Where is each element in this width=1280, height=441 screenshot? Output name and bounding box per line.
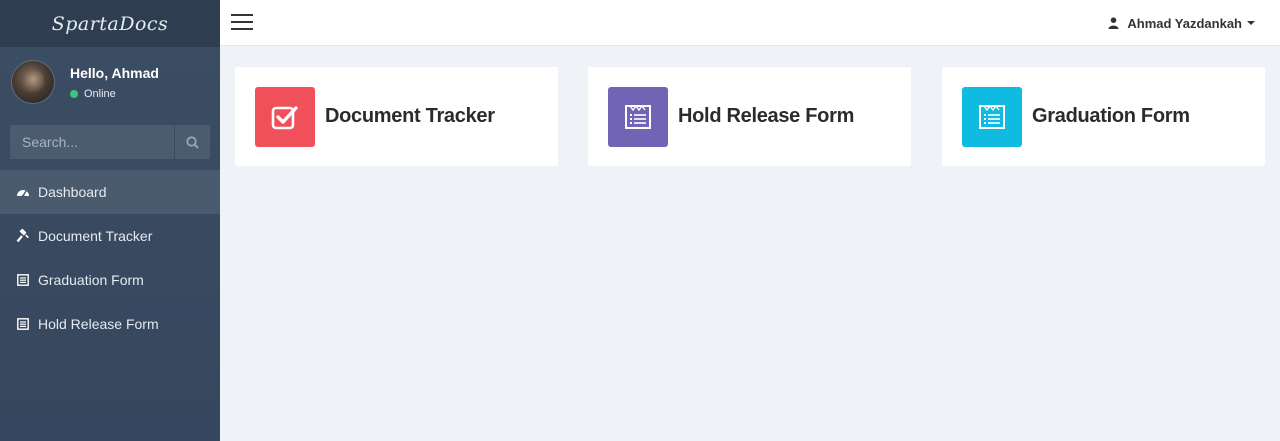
user-greeting: Hello, Ahmad	[70, 64, 159, 81]
form-icon	[16, 273, 30, 287]
form-icon	[962, 86, 1022, 147]
card-title: Graduation Form	[1032, 105, 1190, 127]
top-navbar: Ahmad Yazdankah	[220, 0, 1280, 46]
sidebar-item-hold-release-form[interactable]: Hold Release Form	[0, 302, 220, 346]
sidebar-item-label: Graduation Form	[38, 272, 144, 288]
search-input[interactable]	[10, 125, 174, 159]
form-icon	[608, 86, 668, 147]
sidebar-item-dashboard[interactable]: Dashboard	[0, 170, 220, 214]
search-button[interactable]	[174, 125, 210, 159]
sidebar-item-graduation-form[interactable]: Graduation Form	[0, 258, 220, 302]
dashboard-icon	[16, 185, 30, 199]
checkbox-icon	[255, 86, 315, 147]
card-title: Document Tracker	[325, 105, 495, 127]
hamburger-icon	[231, 14, 253, 16]
sidebar-toggle-button[interactable]	[231, 14, 253, 30]
hamburger-icon	[231, 28, 253, 30]
user-panel: Hello, Ahmad Online	[0, 47, 220, 117]
user-info: Hello, Ahmad Online	[70, 65, 159, 100]
card-document-tracker[interactable]: Document Tracker	[235, 67, 558, 166]
status-label: Online	[84, 87, 116, 100]
sidebar: SpartaDocs Hello, Ahmad Online Search...…	[0, 0, 220, 441]
user-menu-name: Ahmad Yazdankah	[1127, 15, 1242, 31]
user-icon	[1108, 17, 1119, 29]
sidebar-item-label: Document Tracker	[38, 228, 153, 244]
sidebar-search	[10, 125, 210, 159]
online-status-icon	[70, 89, 78, 98]
search-icon	[186, 135, 199, 149]
avatar	[11, 60, 55, 104]
user-status: Online	[70, 88, 159, 100]
brand-logo[interactable]: SpartaDocs	[0, 0, 220, 47]
card-title: Hold Release Form	[678, 105, 855, 127]
sidebar-item-document-tracker[interactable]: Document Tracker	[0, 214, 220, 258]
card-hold-release-form[interactable]: Hold Release Form	[588, 67, 911, 166]
user-menu-dropdown[interactable]: Ahmad Yazdankah	[1108, 0, 1255, 46]
card-graduation-form[interactable]: Graduation Form	[942, 67, 1265, 166]
caret-down-icon	[1247, 21, 1255, 25]
hamburger-icon	[231, 21, 253, 23]
sidebar-item-label: Dashboard	[38, 184, 107, 200]
gavel-icon	[16, 229, 30, 243]
sidebar-nav: Dashboard Document Tracker Graduation Fo…	[0, 170, 220, 346]
form-icon	[16, 317, 30, 331]
sidebar-item-label: Hold Release Form	[38, 316, 159, 332]
